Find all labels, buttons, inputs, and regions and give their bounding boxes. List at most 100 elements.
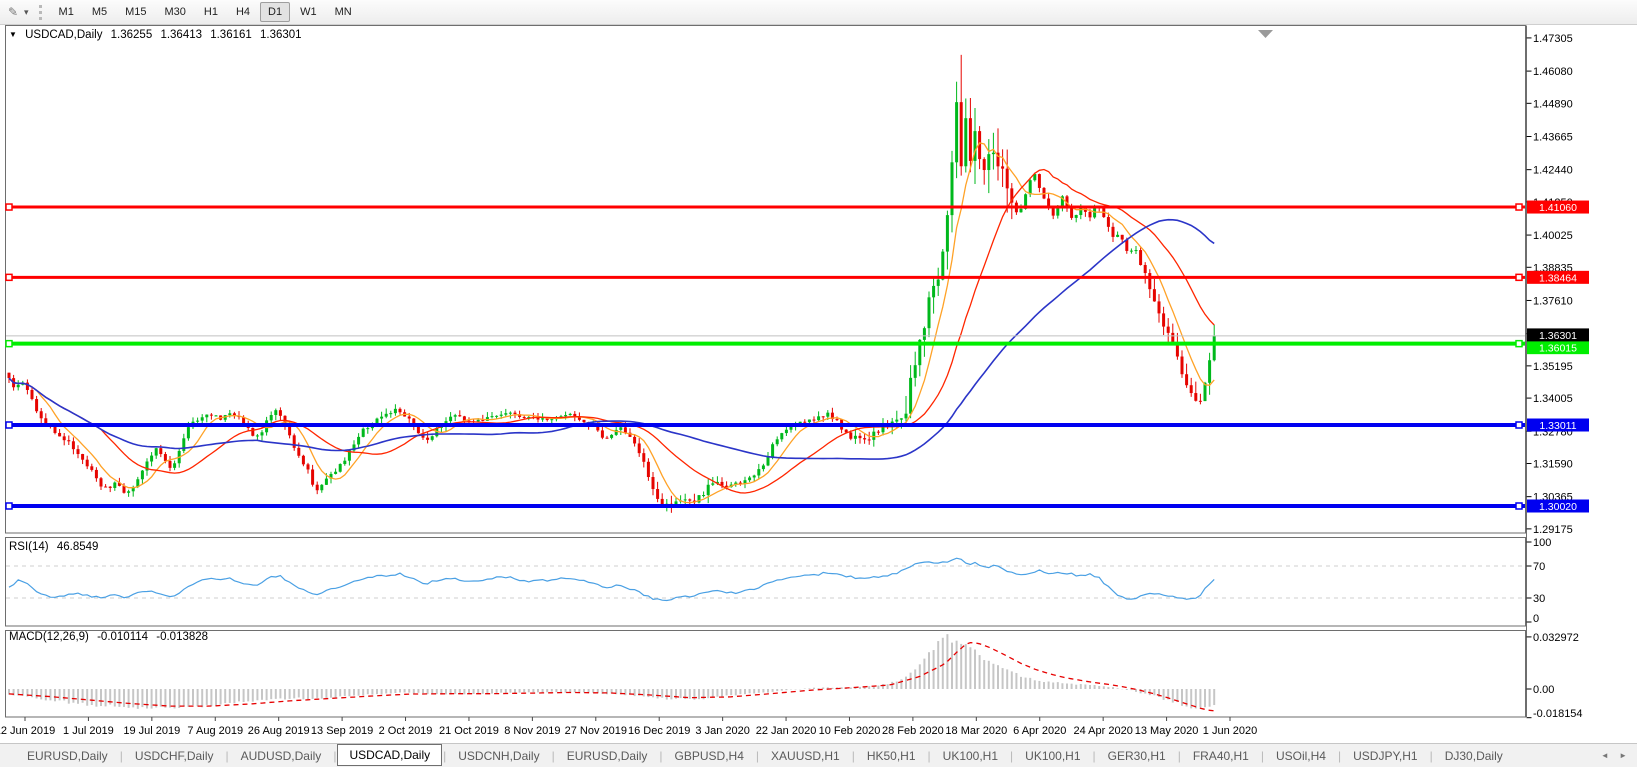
date-axis-label: 12 Jun 2019 xyxy=(0,725,55,737)
svg-text:1.35195: 1.35195 xyxy=(1533,361,1573,373)
timeframe-toolbar: ✎ ▾ M1 M5 M15 M30 H1 H4 D1 W1 MN xyxy=(0,0,1637,25)
tab-scroll-left-icon[interactable]: ◄ xyxy=(1601,751,1609,760)
tab-usdcad-daily[interactable]: USDCAD,Daily xyxy=(337,743,443,766)
timeframe-button-d1[interactable]: D1 xyxy=(260,2,291,22)
svg-text:1.36015: 1.36015 xyxy=(1539,343,1577,355)
tab-audusd-daily[interactable]: AUDUSD,Daily xyxy=(230,747,333,765)
timeframe-button-m5[interactable]: M5 xyxy=(84,2,115,22)
ohlc-high: 1.36413 xyxy=(160,29,203,41)
tab-eurusd-daily[interactable]: EURUSD,Daily xyxy=(16,747,119,765)
svg-text:1.47305: 1.47305 xyxy=(1533,33,1573,45)
date-axis-label: 27 Nov 2019 xyxy=(565,725,627,737)
tab-uk100-h1[interactable]: UK100,H1 xyxy=(932,747,1009,765)
rsi-name: RSI(14) xyxy=(9,541,49,553)
drawing-tool-icon[interactable]: ✎ xyxy=(4,3,22,21)
svg-text:1.29175: 1.29175 xyxy=(1533,524,1573,536)
svg-text:30: 30 xyxy=(1533,593,1545,605)
svg-text:0.00: 0.00 xyxy=(1533,684,1554,696)
timeframe-button-w1[interactable]: W1 xyxy=(292,2,325,22)
timeframe-button-mn[interactable]: MN xyxy=(327,2,360,22)
chart-stage: 1.473051.460801.448901.436651.424401.412… xyxy=(0,25,1637,743)
tab-usdjpy-h1[interactable]: USDJPY,H1 xyxy=(1342,747,1428,765)
svg-text:1.30020: 1.30020 xyxy=(1539,501,1577,513)
tab-list: EURUSD,Daily | USDCHF,Daily | AUDUSD,Daily | U… xyxy=(16,743,1514,767)
svg-text:1.33011: 1.33011 xyxy=(1539,420,1576,432)
date-axis-label: 19 Jul 2019 xyxy=(123,725,180,737)
rsi-value: 46.8549 xyxy=(56,541,99,553)
date-axis-label: 7 Aug 2019 xyxy=(187,725,243,737)
timeframe-button-h4[interactable]: H4 xyxy=(228,2,258,22)
svg-text:-0.018154: -0.018154 xyxy=(1533,708,1583,720)
date-axis-label: 6 Apr 2020 xyxy=(1013,725,1066,737)
svg-text:0: 0 xyxy=(1533,613,1539,625)
tab-usdcnh-daily[interactable]: USDCNH,Daily xyxy=(447,747,550,765)
chart-tab-bar: EURUSD,Daily | USDCHF,Daily | AUDUSD,Daily | U… xyxy=(0,743,1637,767)
tab-fra40-h1[interactable]: FRA40,H1 xyxy=(1182,747,1260,765)
date-axis-label: 13 Sep 2019 xyxy=(311,725,373,737)
ohlc-close: 1.36301 xyxy=(260,29,302,41)
tab-uk100-h1[interactable]: UK100,H1 xyxy=(1014,747,1091,765)
date-axis-label: 18 Mar 2020 xyxy=(945,725,1007,737)
tab-xauusd-h1[interactable]: XAUUSD,H1 xyxy=(760,747,851,765)
svg-text:1.31590: 1.31590 xyxy=(1533,458,1573,470)
tab-gbpusd-h4[interactable]: GBPUSD,H4 xyxy=(664,747,755,765)
date-axis-label: 3 Jan 2020 xyxy=(695,725,749,737)
chart-symbol-period: USDCAD,Daily xyxy=(25,29,103,41)
date-axis-label: 21 Oct 2019 xyxy=(439,725,499,737)
date-axis-label: 16 Dec 2019 xyxy=(628,725,690,737)
date-axis-label: 1 Jul 2019 xyxy=(63,725,114,737)
svg-text:0.032972: 0.032972 xyxy=(1533,632,1579,644)
tab-ger30-h1[interactable]: GER30,H1 xyxy=(1097,747,1177,765)
date-axis-label: 26 Aug 2019 xyxy=(248,725,310,737)
chart-collapse-icon[interactable]: ▼ xyxy=(9,30,17,39)
macd-signal-value: -0.013828 xyxy=(156,631,209,643)
ohlc-open: 1.36255 xyxy=(110,29,153,41)
timeframe-button-m1[interactable]: M1 xyxy=(51,2,82,22)
svg-text:1.46080: 1.46080 xyxy=(1533,66,1573,78)
date-axis-label: 10 Feb 2020 xyxy=(819,725,881,737)
rsi-indicator-label: RSI(14) 46.8549 xyxy=(9,541,103,553)
tab-eurusd-daily[interactable]: EURUSD,Daily xyxy=(556,747,659,765)
svg-text:1.43665: 1.43665 xyxy=(1533,131,1573,143)
svg-text:100: 100 xyxy=(1533,537,1551,549)
timeframe-button-m30[interactable]: M30 xyxy=(157,2,194,22)
panel-frames xyxy=(5,25,1527,718)
tab-dj30-daily[interactable]: DJ30,Daily xyxy=(1434,747,1514,765)
svg-text:1.37610: 1.37610 xyxy=(1533,295,1573,307)
tab-usoil-h4[interactable]: USOil,H4 xyxy=(1265,747,1337,765)
chart-title: ▼ USDCAD,Daily 1.36255 1.36413 1.36161 1… xyxy=(9,29,307,41)
svg-text:1.41060: 1.41060 xyxy=(1539,202,1577,214)
svg-text:1.42440: 1.42440 xyxy=(1533,165,1573,177)
macd-name: MACD(12,26,9) xyxy=(9,631,89,643)
macd-indicator-label: MACD(12,26,9) -0.010114 -0.013828 xyxy=(9,631,213,643)
tab-scroll-right-icon[interactable]: ► xyxy=(1619,751,1627,760)
date-axis-label: 2 Oct 2019 xyxy=(379,725,433,737)
timeframe-button-m15[interactable]: M15 xyxy=(117,2,154,22)
svg-text:1.38464: 1.38464 xyxy=(1539,272,1577,284)
date-axis: 12 Jun 2019 1 Jul 2019 19 Jul 2019 7 Aug 20… xyxy=(0,717,1257,737)
date-axis-label: 28 Feb 2020 xyxy=(882,725,944,737)
tab-scroll-arrows: ◄ ► xyxy=(1593,751,1627,760)
date-axis-label: 8 Nov 2019 xyxy=(504,725,560,737)
macd-axis: 0.032972 0.00 -0.018154 xyxy=(1526,632,1583,720)
rsi-axis: 100 70 30 0 xyxy=(1526,537,1551,625)
chart-canvas[interactable]: 1.473051.460801.448901.436651.424401.412… xyxy=(0,25,1637,743)
toolbar-grip xyxy=(38,4,42,20)
svg-text:70: 70 xyxy=(1533,561,1545,573)
date-axis-label: 13 May 2020 xyxy=(1135,725,1199,737)
tab-usdchf-daily[interactable]: USDCHF,Daily xyxy=(124,747,225,765)
dropdown-caret-icon[interactable]: ▾ xyxy=(24,7,29,18)
date-axis-label: 1 Jun 2020 xyxy=(1203,725,1257,737)
svg-text:1.40025: 1.40025 xyxy=(1533,230,1573,242)
ohlc-low: 1.36161 xyxy=(210,29,252,41)
trading-terminal-window: ✎ ▾ M1 M5 M15 M30 H1 H4 D1 W1 MN 1.47305… xyxy=(0,0,1637,767)
svg-text:1.36301: 1.36301 xyxy=(1539,330,1577,342)
tab-hk50-h1[interactable]: HK50,H1 xyxy=(856,747,927,765)
svg-text:1.44890: 1.44890 xyxy=(1533,98,1573,110)
price-axis: 1.473051.460801.448901.436651.424401.412… xyxy=(1526,33,1573,536)
date-axis-label: 24 Apr 2020 xyxy=(1073,725,1132,737)
svg-text:1.34005: 1.34005 xyxy=(1533,393,1573,405)
macd-value: -0.010114 xyxy=(97,631,149,643)
date-axis-label: 22 Jan 2020 xyxy=(756,725,817,737)
timeframe-button-h1[interactable]: H1 xyxy=(196,2,226,22)
